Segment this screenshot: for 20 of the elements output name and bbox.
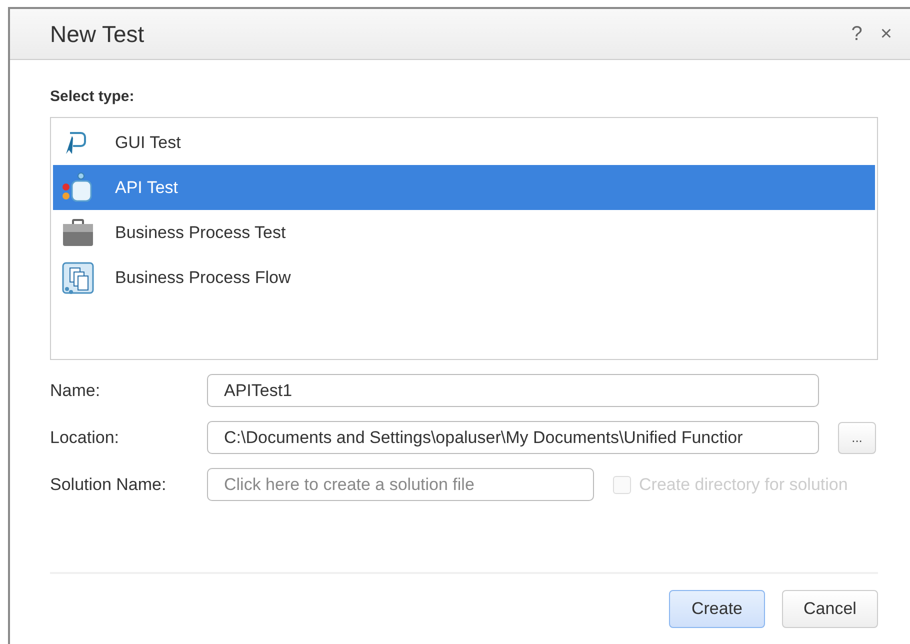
create-button[interactable]: Create xyxy=(669,590,765,628)
close-button[interactable]: × xyxy=(880,22,892,46)
list-item[interactable]: Business Process Flow xyxy=(53,255,875,300)
cancel-button[interactable]: Cancel xyxy=(782,590,878,628)
node-icon xyxy=(61,172,95,204)
name-field[interactable]: APITest1 xyxy=(207,374,819,407)
field-label: Name: xyxy=(50,380,102,400)
list-item[interactable]: Business Process Test xyxy=(53,210,875,255)
help-button[interactable]: ? xyxy=(851,22,862,46)
dialog-title: New Test xyxy=(50,20,146,48)
documents-icon xyxy=(61,260,95,294)
solution-name-field[interactable]: Click here to create a solution file xyxy=(207,468,594,501)
briefcase-icon xyxy=(61,218,95,246)
field-label: Location: xyxy=(50,428,120,448)
browse-button[interactable]: ... xyxy=(838,422,876,454)
location-field[interactable]: C:\Documents and Settings\opaluser\My Documents\Unified Functior xyxy=(207,421,819,454)
field-label: Solution Name: xyxy=(50,474,168,494)
list-item[interactable]: API Test xyxy=(53,165,875,210)
list-item[interactable]: GUI Test xyxy=(53,120,875,165)
section-label: Select type: xyxy=(50,88,134,105)
